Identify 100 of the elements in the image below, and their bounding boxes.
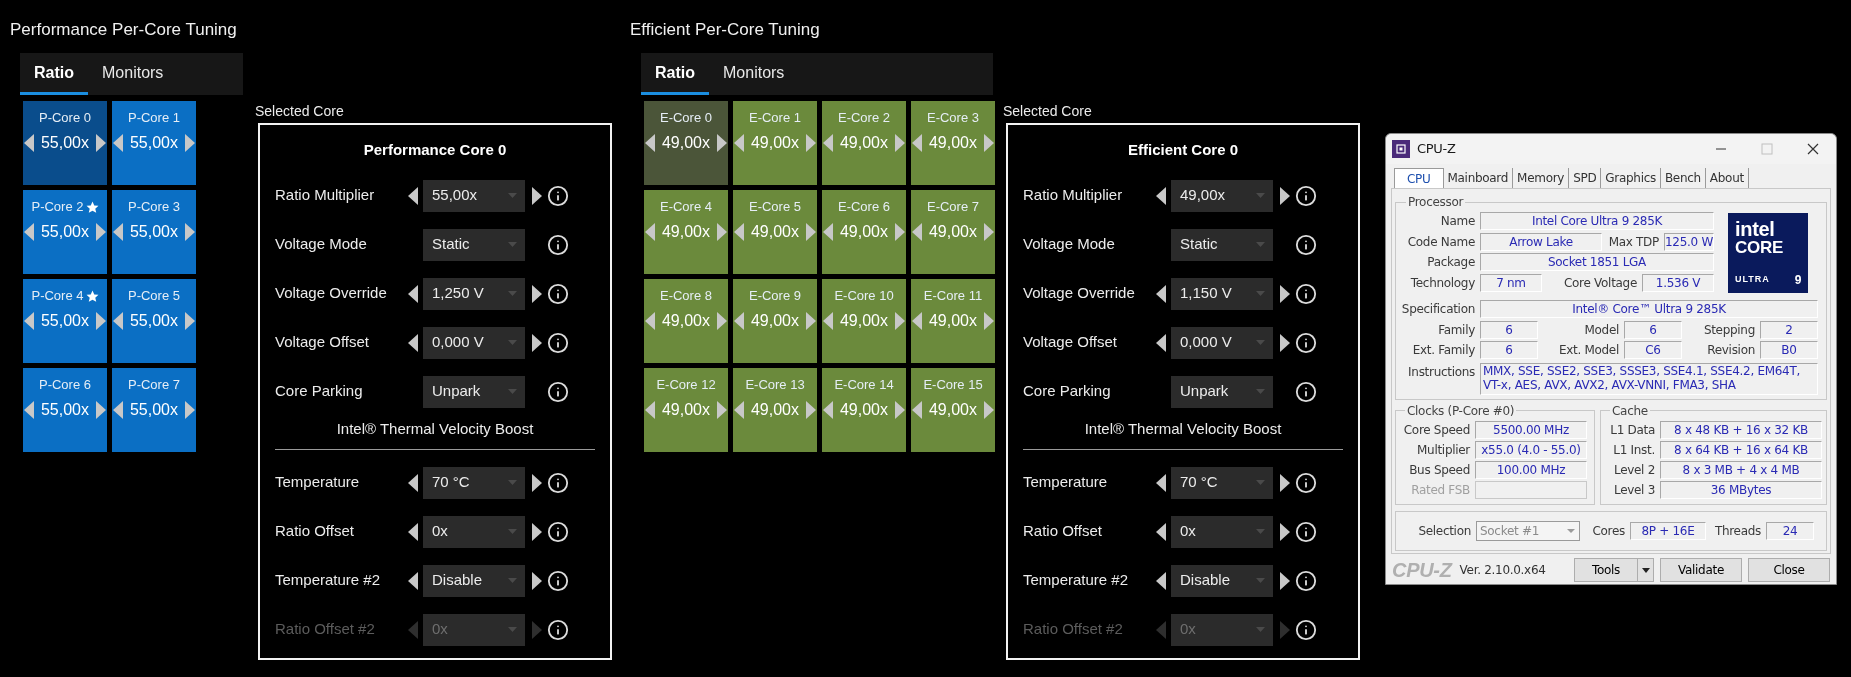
setting-label: Ratio Offset #2 [1023, 619, 1124, 640]
chevron-down-icon [508, 480, 517, 485]
dropdown[interactable]: Disable [1171, 564, 1273, 597]
dropdown[interactable]: 0,000 V [1171, 326, 1273, 359]
core-label: P-Core 7 [128, 376, 180, 395]
core-ratio: 49,00x [661, 133, 710, 153]
core-tile[interactable]: P-Core 0 55,00x [23, 101, 107, 185]
tools-button[interactable]: Tools [1574, 558, 1638, 582]
chevron-down-icon [508, 193, 517, 198]
action-button[interactable]: Close [1748, 558, 1830, 582]
setting-label: Voltage Mode [275, 234, 368, 255]
decrease-arrow-icon[interactable] [408, 186, 418, 205]
setting-label: Voltage Override [1023, 283, 1136, 304]
increase-arrow-icon[interactable] [1280, 333, 1290, 352]
dropdown[interactable]: 70 °C [423, 466, 525, 499]
increase-arrow-icon[interactable] [1280, 473, 1290, 492]
field-label: Core Speed [1402, 421, 1471, 439]
info-icon[interactable] [1295, 380, 1317, 403]
info-icon[interactable] [547, 184, 569, 207]
increase-arrow-icon[interactable] [1280, 522, 1290, 541]
section-title: Efficient Per-Core Tuning [630, 19, 821, 41]
info-icon[interactable] [1295, 471, 1317, 494]
decrease-arrow-icon[interactable] [1156, 522, 1166, 541]
core-ratio: 55,00x [40, 400, 89, 420]
increase-arrow-icon[interactable] [532, 571, 542, 590]
decrease-arrow-icon[interactable] [408, 571, 418, 590]
info-icon[interactable] [547, 569, 569, 592]
dropdown[interactable]: 55,00x [423, 179, 525, 212]
core-label: P-Core 6 [39, 376, 91, 395]
increase-arrow-icon[interactable] [532, 333, 542, 352]
dropdown[interactable]: 49,00x [1171, 179, 1273, 212]
dropdown[interactable]: 0,000 V [423, 326, 525, 359]
tab[interactable]: Monitors [88, 53, 178, 95]
increase-arrow-icon[interactable] [1280, 186, 1290, 205]
decrease-arrow-icon[interactable] [1156, 284, 1166, 303]
dropdown[interactable]: 70 °C [1171, 466, 1273, 499]
value-field: Intel® Core™ Ultra 9 285K [1480, 300, 1818, 319]
info-icon[interactable] [547, 233, 569, 256]
dropdown[interactable]: 0x [1171, 515, 1273, 548]
core-label: P-Core 5 [128, 287, 180, 306]
value-field: 2 [1760, 320, 1818, 339]
chevron-down-icon [508, 389, 517, 394]
action-button[interactable]: Validate [1660, 558, 1742, 582]
increase-arrow-icon[interactable] [532, 522, 542, 541]
field-label: Specification [1400, 301, 1476, 319]
decrease-arrow-icon[interactable] [408, 284, 418, 303]
dropdown[interactable]: Static [423, 228, 525, 261]
decrease-arrow-icon[interactable] [1156, 186, 1166, 205]
increase-arrow-icon[interactable] [1280, 284, 1290, 303]
info-icon[interactable] [1295, 520, 1317, 543]
dropdown[interactable]: 1,150 V [1171, 277, 1273, 310]
value-field: 7 nm [1480, 273, 1542, 292]
info-icon[interactable] [1295, 184, 1317, 207]
dropdown[interactable]: 0x [423, 515, 525, 548]
core-ratio: 49,00x [661, 311, 710, 331]
dropdown[interactable]: Unpark [423, 375, 525, 408]
dropdown[interactable]: 1,250 V [423, 277, 525, 310]
info-icon[interactable] [547, 471, 569, 494]
core-ratio: 49,00x [839, 311, 888, 331]
increase-arrow-icon[interactable] [532, 284, 542, 303]
info-icon[interactable] [547, 282, 569, 305]
decrease-arrow-icon[interactable] [1156, 571, 1166, 590]
value-field: 125.0 W [1664, 232, 1714, 251]
tab[interactable]: Ratio [641, 53, 709, 95]
field-label: L1 Inst. [1612, 441, 1656, 459]
decrease-arrow-icon[interactable] [408, 522, 418, 541]
decrease-arrow-icon[interactable] [408, 333, 418, 352]
info-icon[interactable] [1295, 282, 1317, 305]
info-icon[interactable] [547, 380, 569, 403]
core-ratio: 49,00x [839, 133, 888, 153]
info-icon[interactable] [1295, 331, 1317, 354]
tab[interactable]: Ratio [20, 53, 88, 95]
chevron-down-icon [508, 627, 517, 632]
info-icon[interactable] [1295, 569, 1317, 592]
field-label: Cores [1591, 522, 1626, 540]
decrease-arrow-icon[interactable] [408, 473, 418, 492]
increase-arrow-icon[interactable] [1280, 571, 1290, 590]
core-ratio: 55,00x [129, 311, 178, 331]
info-icon[interactable] [547, 520, 569, 543]
dropdown[interactable]: Disable [423, 564, 525, 597]
core-ratio: 49,00x [928, 400, 977, 420]
chevron-down-icon [1256, 627, 1265, 632]
info-icon[interactable] [1295, 233, 1317, 256]
decrease-arrow-icon[interactable] [1156, 473, 1166, 492]
dropdown-button[interactable] [1638, 558, 1654, 582]
decrease-arrow-icon[interactable] [24, 134, 34, 152]
info-icon[interactable] [547, 331, 569, 354]
core-label: P-Core 1 [128, 109, 180, 128]
increase-arrow-icon[interactable] [96, 134, 106, 152]
tab[interactable]: Monitors [709, 53, 799, 95]
setting-label: Temperature #2 [275, 570, 382, 591]
setting-label: Ratio Multiplier [1023, 185, 1124, 206]
increase-arrow-icon[interactable] [532, 186, 542, 205]
dropdown[interactable]: Static [1171, 228, 1273, 261]
increase-arrow-icon[interactable] [532, 473, 542, 492]
tab[interactable]: CPU [1394, 168, 1444, 188]
decrease-arrow-icon[interactable] [1156, 333, 1166, 352]
core-label: E-Core 15 [923, 376, 983, 395]
dropdown[interactable]: Unpark [1171, 375, 1273, 408]
setting-label: Temperature #2 [1023, 570, 1130, 591]
